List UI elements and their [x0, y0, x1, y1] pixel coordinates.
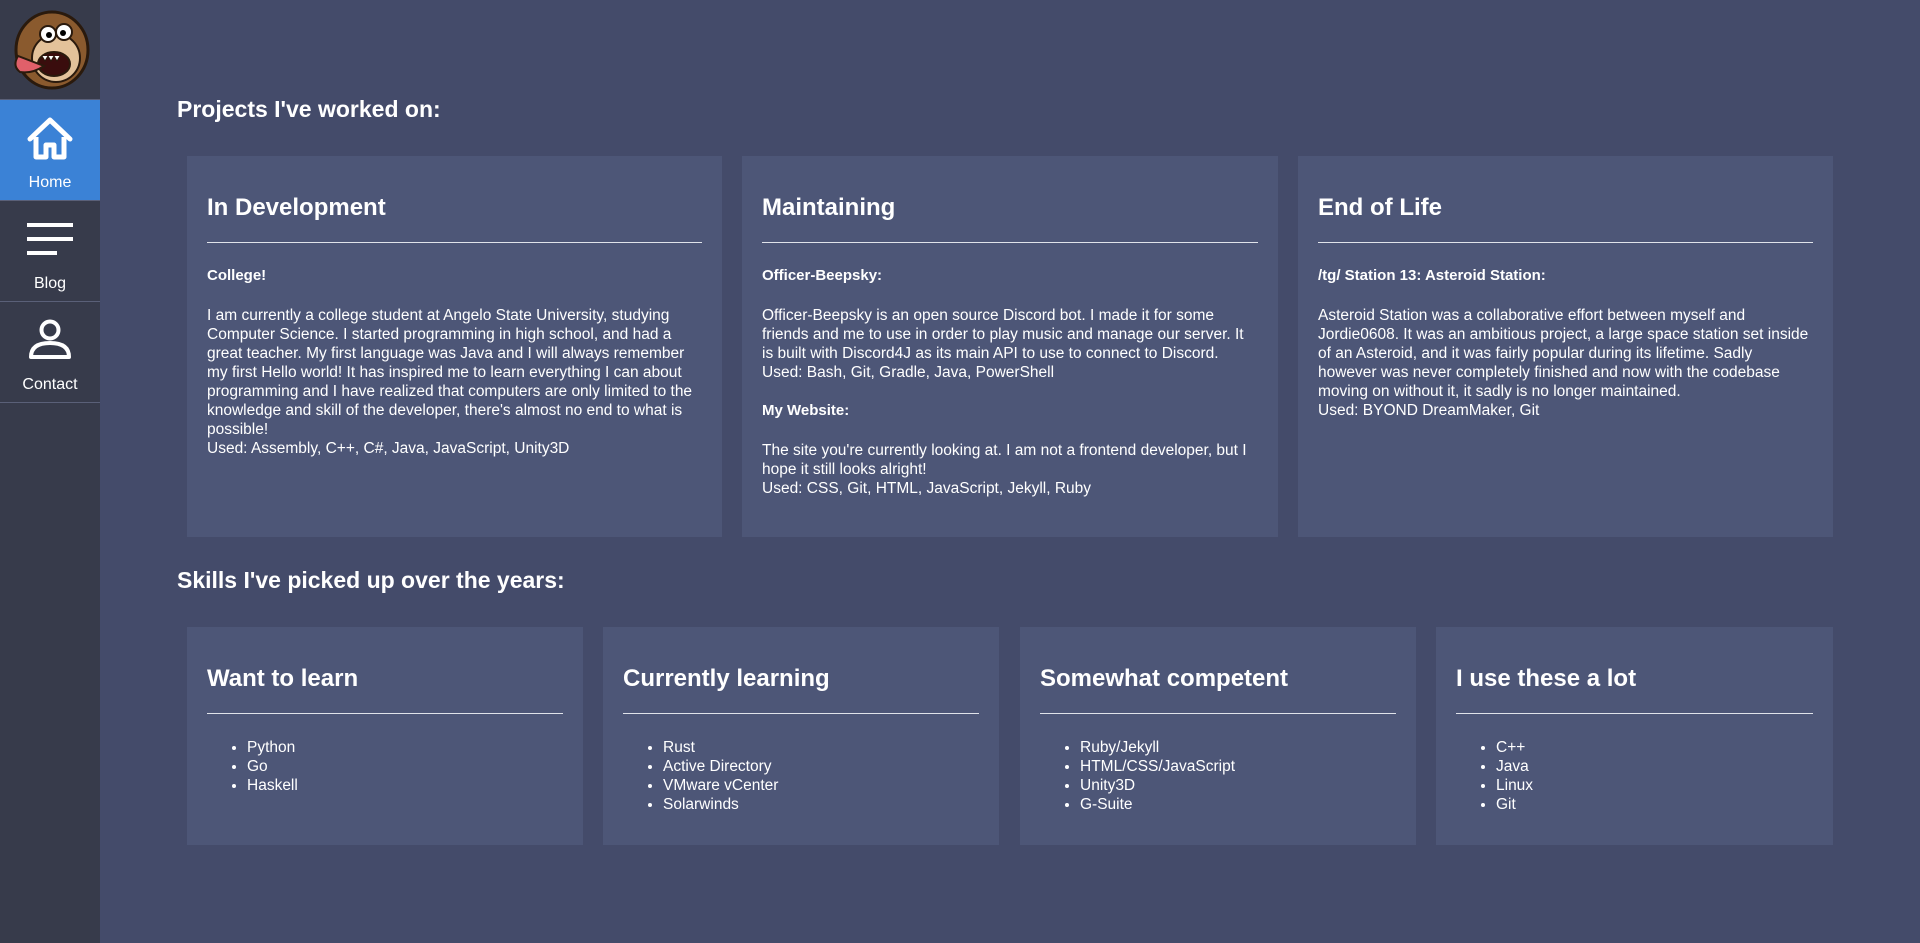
sidebar: Home Blog Contact — [0, 0, 100, 943]
project-description: Asteroid Station was a collaborative eff… — [1318, 307, 1809, 400]
project-used: Used: BYOND DreamMaker, Git — [1318, 402, 1540, 419]
project-card-end-of-life: End of Life /tg/ Station 13: Asteroid St… — [1298, 156, 1833, 537]
project-used: Used: Bash, Git, Gradle, Java, PowerShel… — [762, 364, 1055, 381]
project-name: Officer-Beepsky: — [762, 267, 883, 284]
skill-card-somewhat-competent: Somewhat competent Ruby/Jekyll HTML/CSS/… — [1020, 627, 1416, 845]
user-icon — [28, 314, 72, 366]
divider — [1456, 713, 1813, 714]
menu-icon — [27, 213, 73, 265]
project-description: I am currently a college student at Ange… — [207, 307, 693, 438]
divider — [1040, 713, 1396, 714]
home-icon — [26, 112, 74, 164]
project-entry: Asteroid Station was a collaborative eff… — [1318, 306, 1813, 420]
card-title: Currently learning — [623, 665, 830, 692]
card-title: Maintaining — [762, 194, 896, 221]
sidebar-item-home[interactable]: Home — [0, 100, 100, 201]
list-item: Python — [247, 738, 563, 757]
projects-heading: Projects I've worked on: — [177, 96, 441, 122]
list-item: HTML/CSS/JavaScript — [1080, 757, 1396, 776]
skill-list: Python Go Haskell — [247, 738, 563, 795]
skills-heading: Skills I've picked up over the years: — [177, 567, 565, 593]
sidebar-item-blog[interactable]: Blog — [0, 201, 100, 302]
list-item: Rust — [663, 738, 979, 757]
divider — [762, 242, 1258, 243]
list-item: Java — [1496, 757, 1813, 776]
project-name: My Website: — [762, 402, 850, 419]
list-item: Active Directory — [663, 757, 979, 776]
skill-card-currently-learning: Currently learning Rust Active Directory… — [603, 627, 999, 845]
sidebar-item-label: Home — [28, 174, 72, 191]
sidebar-item-label: Blog — [33, 275, 67, 292]
list-item: Unity3D — [1080, 776, 1396, 795]
divider — [1318, 242, 1813, 243]
list-item: Ruby/Jekyll — [1080, 738, 1396, 757]
list-item: Haskell — [247, 776, 563, 795]
sidebar-item-label: Contact — [22, 376, 78, 393]
project-card-in-development: In Development College! I am currently a… — [187, 156, 722, 537]
card-title: In Development — [207, 194, 386, 221]
divider — [623, 713, 979, 714]
list-item: G-Suite — [1080, 795, 1396, 814]
list-item: Solarwinds — [663, 795, 979, 814]
project-card-maintaining: Maintaining Officer-Beepsky: Officer-Bee… — [742, 156, 1278, 537]
skill-list: Ruby/Jekyll HTML/CSS/JavaScript Unity3D … — [1080, 738, 1396, 814]
list-item: VMware vCenter — [663, 776, 979, 795]
card-title: Somewhat competent — [1040, 665, 1289, 692]
list-item: C++ — [1496, 738, 1813, 757]
card-title: Want to learn — [207, 665, 359, 692]
list-item: Linux — [1496, 776, 1813, 795]
skill-card-use-a-lot: I use these a lot C++ Java Linux Git — [1436, 627, 1833, 845]
list-item: Git — [1496, 795, 1813, 814]
card-title: I use these a lot — [1456, 665, 1637, 692]
project-name: /tg/ Station 13: Asteroid Station: — [1318, 267, 1546, 284]
monkey-avatar-icon — [14, 10, 90, 89]
skill-card-want-to-learn: Want to learn Python Go Haskell — [187, 627, 583, 845]
main-content: Projects I've worked on: In Development … — [100, 0, 1920, 943]
card-title: End of Life — [1318, 194, 1442, 221]
sidebar-item-contact[interactable]: Contact — [0, 302, 100, 403]
skill-list: C++ Java Linux Git — [1496, 738, 1813, 814]
skill-list: Rust Active Directory VMware vCenter Sol… — [663, 738, 979, 814]
project-entry: I am currently a college student at Ange… — [207, 306, 702, 458]
project-entry: Officer-Beepsky is an open source Discor… — [762, 306, 1258, 382]
project-name: College! — [207, 267, 267, 284]
project-used: Used: CSS, Git, HTML, JavaScript, Jekyll… — [762, 480, 1092, 497]
project-description: Officer-Beepsky is an open source Discor… — [762, 307, 1244, 362]
divider — [207, 713, 563, 714]
list-item: Go — [247, 757, 563, 776]
project-entry: The site you're currently looking at. I … — [762, 441, 1258, 498]
logo[interactable] — [0, 0, 100, 100]
project-used: Used: Assembly, C++, C#, Java, JavaScrip… — [207, 440, 570, 457]
divider — [207, 242, 702, 243]
project-description: The site you're currently looking at. I … — [762, 442, 1247, 478]
